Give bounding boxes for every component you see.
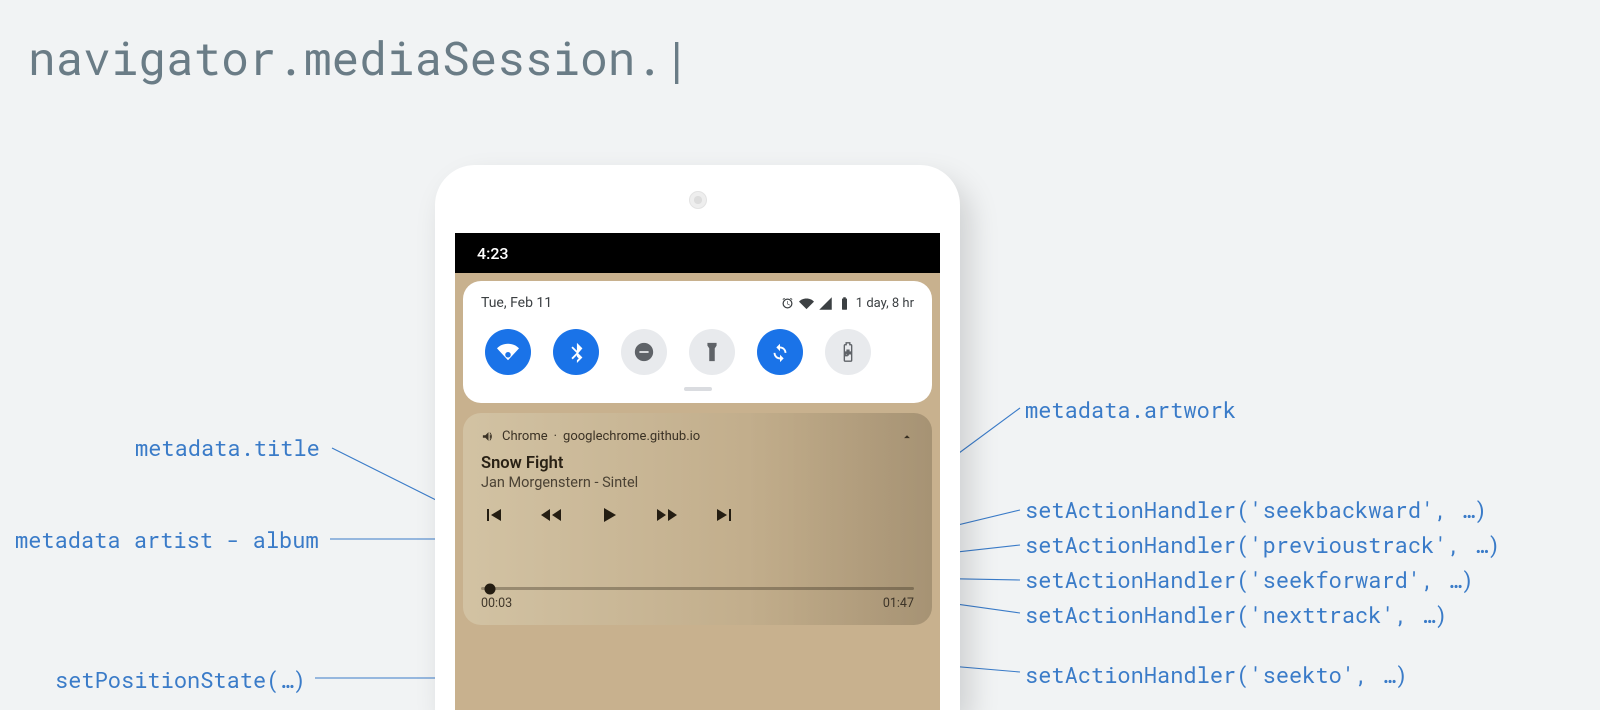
media-controls <box>481 503 914 527</box>
phone-screen: 4:23 Tue, Feb 11 1 day, 8 hr <box>455 233 940 710</box>
qs-wifi-toggle[interactable] <box>485 329 531 375</box>
media-subtitle: Jan Morgenstern - Sintel <box>481 474 914 491</box>
previous-track-button[interactable] <box>481 503 505 527</box>
chevron-up-icon[interactable] <box>900 430 914 444</box>
seek-backward-button[interactable] <box>539 503 563 527</box>
qs-dnd-toggle[interactable] <box>621 329 667 375</box>
time-current: 00:03 <box>481 596 512 611</box>
qs-date: Tue, Feb 11 <box>481 295 552 311</box>
media-title: Snow Fight <box>481 454 914 473</box>
alarm-icon <box>780 296 795 311</box>
wifi-icon <box>799 296 814 311</box>
qs-flashlight-toggle[interactable] <box>689 329 735 375</box>
media-notification[interactable]: Chrome · googlechrome.github.io Snow Fig… <box>463 413 932 625</box>
qs-batterysaver-toggle[interactable] <box>825 329 871 375</box>
seek-slider[interactable] <box>481 587 914 590</box>
next-track-button[interactable] <box>713 503 737 527</box>
play-button[interactable] <box>597 503 621 527</box>
status-time: 4:23 <box>477 244 509 263</box>
time-total: 01:47 <box>883 596 914 611</box>
quick-settings-panel: Tue, Feb 11 1 day, 8 hr <box>463 281 932 403</box>
qs-bluetooth-toggle[interactable] <box>553 329 599 375</box>
phone-mockup: 4:23 Tue, Feb 11 1 day, 8 hr <box>435 165 960 710</box>
seek-forward-button[interactable] <box>655 503 679 527</box>
media-source-row: Chrome · googlechrome.github.io <box>481 429 914 444</box>
qs-status-icons: 1 day, 8 hr <box>780 296 914 311</box>
battery-estimate: 1 day, 8 hr <box>856 296 914 311</box>
phone-speaker-icon <box>689 191 707 209</box>
battery-icon <box>837 296 852 311</box>
media-source-app: Chrome <box>502 429 548 444</box>
media-source-domain: googlechrome.github.io <box>563 429 700 444</box>
volume-icon <box>481 429 496 444</box>
qs-autorotate-toggle[interactable] <box>757 329 803 375</box>
signal-icon <box>818 296 833 311</box>
seek-thumb-icon[interactable] <box>484 583 495 594</box>
status-bar: 4:23 <box>455 233 940 273</box>
qs-handle-icon[interactable] <box>684 387 712 391</box>
